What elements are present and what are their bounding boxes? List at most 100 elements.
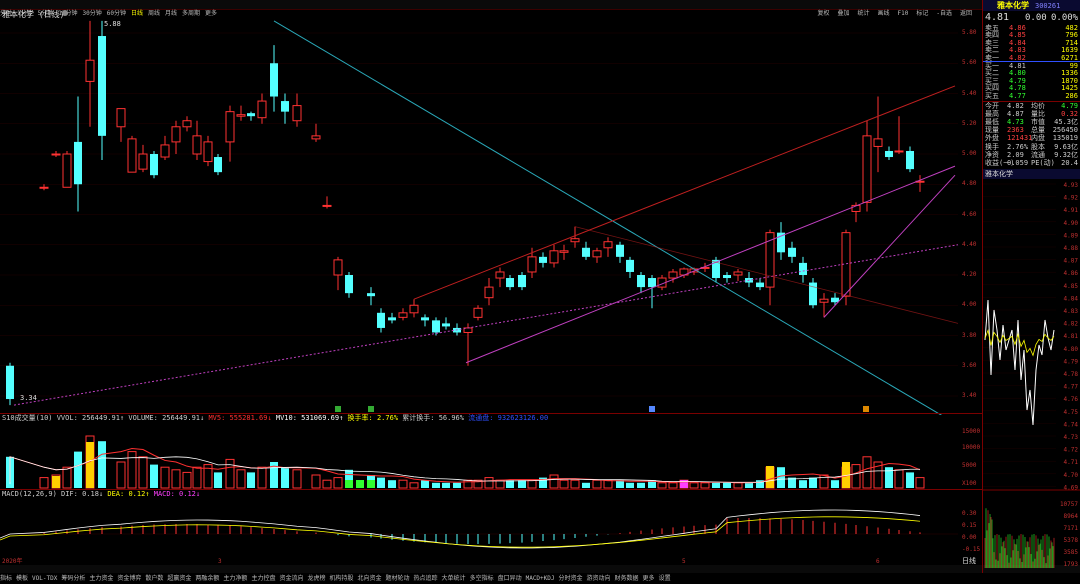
intraday-chart[interactable]: 4.93 4.92 4.91 4.90 4.89 4.88 4.87 4.86 4.85 4.84… — [983, 180, 1080, 573]
indicator-tab[interactable]: 资金流向 — [279, 575, 303, 583]
macd-chart[interactable] — [0, 498, 960, 558]
volume-bar — [367, 480, 375, 488]
candle-body — [62, 153, 72, 188]
candle-body — [367, 293, 375, 297]
volume-bar — [700, 482, 710, 489]
volume-bar — [831, 480, 839, 488]
volume-bar — [582, 482, 590, 488]
volume-bar — [851, 464, 861, 489]
stat-value: 20.4 — [1061, 158, 1078, 167]
macd-axis: 0.30 0.15 0.00 -0.15 — [960, 498, 982, 558]
volume-bar — [745, 482, 753, 488]
indicator-tab[interactable]: 设置 — [659, 575, 671, 583]
price-axis: 5.80 5.60 5.40 5.20 5.00 4.80 4.60 4.40 4.20 4.00… — [960, 10, 982, 415]
indicator-tab[interactable]: 筹码分析 — [61, 575, 85, 583]
volume-tick: 5000 — [962, 462, 977, 469]
indicator-tab[interactable]: 主力控盘 — [251, 575, 275, 583]
indicator-tab[interactable]: 主力资金 — [89, 575, 113, 583]
stat-value: 4.79 — [1061, 102, 1078, 110]
candle-body — [473, 307, 483, 318]
volume-bar — [74, 451, 82, 488]
macd-tick: -0.15 — [962, 546, 981, 553]
stat-label: 外盘 — [985, 134, 999, 143]
indicator-tab[interactable]: 热点追踪 — [414, 575, 438, 583]
candle-body — [506, 278, 514, 288]
macd-legend-macd: MACD: 0.12↓ — [153, 490, 201, 498]
price-tick: 4.60 — [962, 210, 977, 218]
volume-bar — [182, 471, 192, 489]
dea-line — [0, 516, 921, 548]
volume-bar — [894, 469, 904, 489]
indicator-tab[interactable]: VOL-TDX — [32, 575, 57, 583]
indicator-tab[interactable]: 游资动向 — [587, 575, 611, 583]
stat-row: 最低 4.73 市值 45.3亿 — [983, 118, 1080, 126]
volume-bar — [398, 479, 408, 489]
volume-bar — [906, 472, 914, 488]
candle-body — [292, 105, 302, 122]
volume-bar — [626, 482, 634, 488]
candle-body — [819, 298, 829, 303]
candle-body — [225, 111, 235, 143]
candle-body — [603, 241, 613, 249]
stat-value: 256450 — [1052, 126, 1078, 135]
macd-tick: 0.00 — [962, 534, 977, 541]
date-tick: 6 — [876, 558, 880, 565]
volume-bar — [549, 474, 559, 489]
stat-label: 净资 — [985, 150, 999, 159]
vol-legend-mv5: MV5: 555281.69↓ — [208, 414, 272, 422]
stat-value: 9.63亿 — [1054, 142, 1078, 151]
volume-bar — [247, 472, 255, 488]
stat-value: 2.76% — [1007, 142, 1029, 151]
indicator-tab[interactable]: 超赢资金 — [167, 575, 191, 583]
macd-legend-dea: DEA: 0.12↑ — [107, 490, 150, 498]
indicator-tab[interactable]: 两融余额 — [195, 575, 219, 583]
indicator-tab[interactable]: 北向资金 — [358, 575, 382, 583]
candle-body — [127, 138, 137, 173]
vol-legend-main: S10成交量(10) VVOL: 256449.91↑ VOLUME: 2564… — [2, 414, 205, 422]
volume-bar — [689, 482, 699, 489]
indicator-tab[interactable]: 财务数据 — [615, 575, 639, 583]
kline-chart[interactable] — [0, 10, 960, 415]
indicator-tab[interactable]: 多空指标 — [470, 575, 494, 583]
candle-body — [98, 36, 106, 136]
row-label: 买五 — [985, 91, 999, 100]
indicator-tab[interactable]: 龙虎榜 — [307, 575, 325, 583]
quote-summary: 4.81 0.00 0.00% — [983, 11, 1080, 24]
settings-dot-icon[interactable] — [62, 10, 68, 16]
candle-body — [637, 275, 645, 288]
indicator-tab[interactable]: 更多 — [643, 575, 655, 583]
chart-tools: 复权 叠加 统计 画线 F10 标记 -自选 返回 — [813, 0, 976, 17]
stat-value: 9.32亿 — [1054, 150, 1078, 159]
candle-body — [484, 286, 494, 299]
indicator-tab[interactable]: 盘口异动 — [498, 575, 522, 583]
candle-body — [539, 256, 547, 263]
mini-axis-tick: 4.85 — [1064, 283, 1079, 290]
candle-body — [51, 153, 61, 156]
date-tick: 3 — [218, 558, 222, 565]
candle-body — [733, 271, 743, 276]
indicator-tab[interactable]: MACD+KDJ — [526, 575, 555, 583]
stat-label: 换手 — [985, 142, 999, 151]
event-marker-icon — [649, 406, 655, 412]
mini-chart-header: 雅本化学 — [983, 169, 1080, 179]
indicator-tab[interactable]: 题材轮动 — [386, 575, 410, 583]
indicator-tab[interactable]: 主力净额 — [223, 575, 247, 583]
indicator-tab[interactable]: 资金博弈 — [117, 575, 141, 583]
price-tick: 5.40 — [962, 89, 977, 97]
candle-body — [756, 282, 764, 288]
volume-bar — [592, 479, 602, 489]
vol-legend-mv10: MV10: 531069.69↑ — [275, 414, 344, 422]
indicator-tab[interactable]: 机构持股 — [329, 575, 353, 583]
volume-bar — [192, 466, 202, 489]
indicator-tab[interactable]: 大单统计 — [442, 575, 466, 583]
volume-bar — [657, 482, 667, 489]
indicator-tab[interactable]: 模板 — [16, 575, 28, 583]
volume-bar — [637, 482, 645, 488]
indicator-tab[interactable]: 分时资金 — [559, 575, 583, 583]
volume-chart[interactable] — [0, 422, 960, 490]
candle-body — [432, 320, 440, 333]
volume-bar — [214, 472, 222, 488]
indicator-tab[interactable]: 散户数 — [145, 575, 163, 583]
stat-label: 流通 — [1031, 150, 1045, 159]
indicator-tab[interactable]: 指标 — [0, 575, 12, 583]
